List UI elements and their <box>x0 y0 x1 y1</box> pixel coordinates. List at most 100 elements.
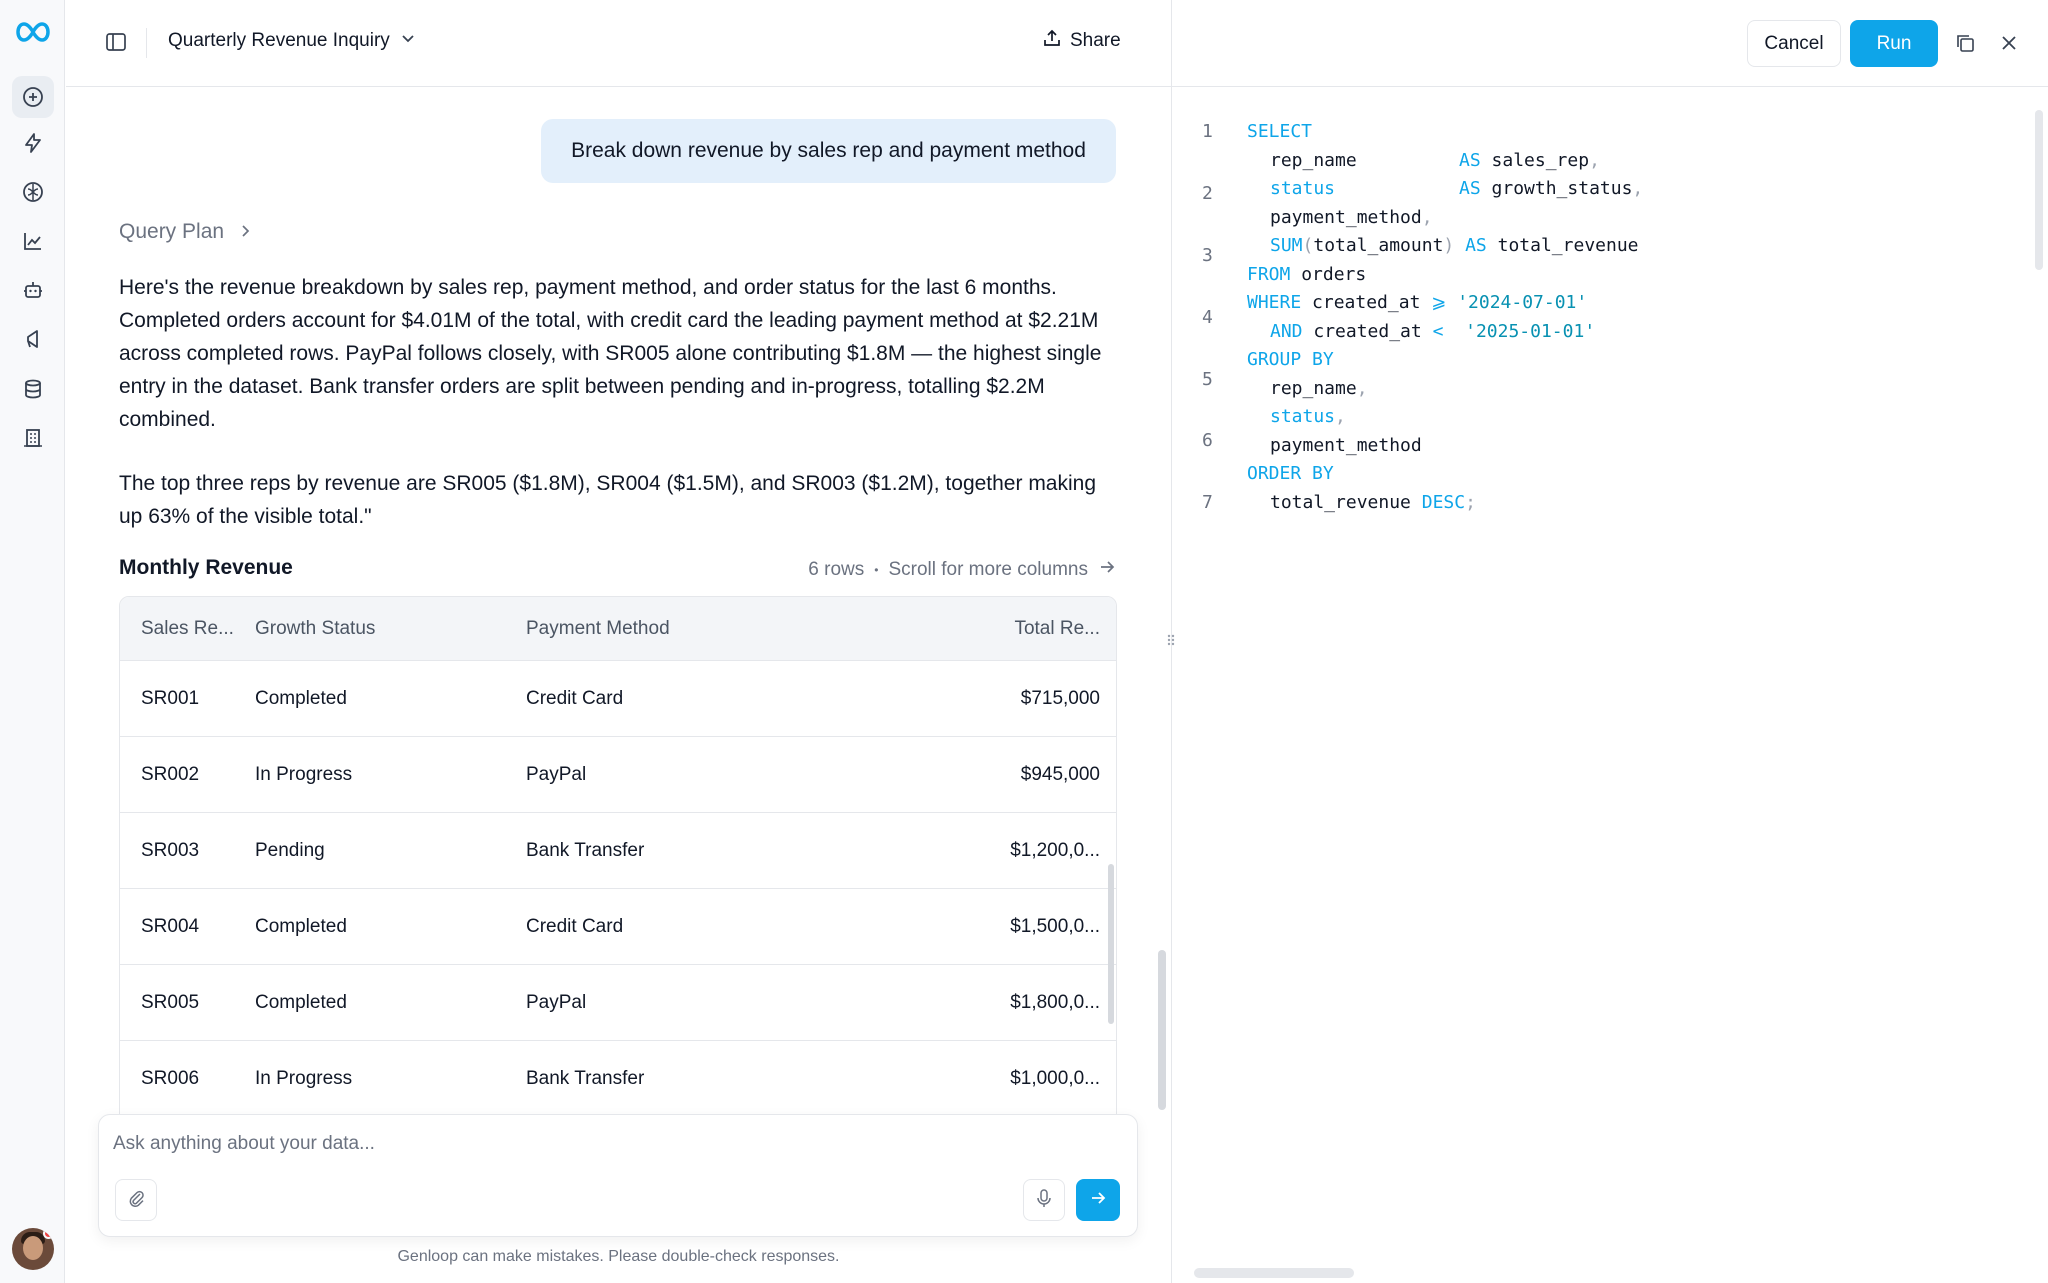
column-header-growth-status[interactable]: Growth Status <box>255 618 526 640</box>
cell-payment-method: Bank Transfer <box>526 1067 645 1089</box>
cell-growth-status: In Progress <box>255 763 353 785</box>
query-plan-toggle[interactable]: Query Plan <box>119 220 252 244</box>
line-number: 3 <box>1202 245 1213 266</box>
code-line: WHERE created_at ⩾ '2024-07-01' <box>1247 292 1588 313</box>
result-table-meta: 6 rows • Scroll for more columns <box>808 558 1116 582</box>
chat-input[interactable] <box>113 1127 1013 1161</box>
run-button[interactable]: Run <box>1850 20 1938 67</box>
microphone-button[interactable] <box>1023 1179 1065 1221</box>
code-line: AND created_at < '2025-01-01' <box>1270 321 1596 342</box>
sidebar-toggle-icon[interactable] <box>104 30 130 56</box>
chat-panel: Break down revenue by sales rep and paym… <box>66 88 1171 1283</box>
arrow-right-icon[interactable] <box>1098 558 1116 582</box>
paperclip-icon <box>126 1188 146 1213</box>
code-line: total_revenue DESC; <box>1270 492 1476 513</box>
code-line: FROM orders <box>1247 264 1367 285</box>
copy-icon[interactable] <box>1954 32 1978 56</box>
arrow-right-icon <box>1088 1188 1108 1213</box>
cell-growth-status: In Progress <box>255 1067 353 1089</box>
code-line: SELECT <box>1247 121 1313 142</box>
megaphone-icon[interactable] <box>20 326 46 352</box>
close-icon[interactable] <box>1998 32 2022 56</box>
result-table-header: Monthly Revenue 6 rows • Scroll for more… <box>119 556 1116 586</box>
conversation-title-text: Quarterly Revenue Inquiry <box>168 30 390 51</box>
user-message-bubble: Break down revenue by sales rep and paym… <box>541 119 1116 183</box>
database-icon[interactable] <box>20 376 46 402</box>
editor-horizontal-scrollbar[interactable] <box>1194 1268 1354 1278</box>
code-line: status <box>1270 178 1336 199</box>
result-table[interactable]: Sales Re... Growth Status Payment Method… <box>119 596 1117 1201</box>
genloop-logo-icon[interactable] <box>14 18 52 46</box>
table-row: SR006 In Progress Bank Transfer $1,000,0… <box>120 1041 1116 1117</box>
sql-editor[interactable]: 1 2 3 4 5 6 7 SELECT rep_name AS sales_r… <box>1172 88 2048 1283</box>
line-number: 5 <box>1202 369 1213 390</box>
answer-paragraph-2: The top three reps by revenue are SR005 … <box>119 472 1097 528</box>
conversation-title[interactable]: Quarterly Revenue Inquiry <box>168 30 416 52</box>
lightning-icon[interactable] <box>20 130 46 156</box>
code-line: rep_name, <box>1270 378 1368 399</box>
cell-payment-method: PayPal <box>526 991 587 1013</box>
cell-sales-rep: SR004 <box>141 915 200 937</box>
table-row: SR004 Completed Credit Card $1,500,0... <box>120 889 1116 965</box>
cell-growth-status: Completed <box>255 915 347 937</box>
line-number: 6 <box>1202 430 1213 451</box>
table-scrollbar[interactable] <box>1108 864 1114 1024</box>
cell-growth-status: Completed <box>255 991 347 1013</box>
bot-icon[interactable] <box>20 277 46 303</box>
code-line: status, <box>1270 406 1346 427</box>
cell-total-revenue: $715,000 <box>1020 687 1100 709</box>
scroll-hint: Scroll for more columns <box>888 559 1088 580</box>
cell-total-revenue: $1,000,0... <box>1010 1067 1100 1089</box>
cell-growth-status: Pending <box>255 839 325 861</box>
cell-total-revenue: $945,000 <box>1020 763 1100 785</box>
column-header-payment-method[interactable]: Payment Method <box>526 618 926 640</box>
table-row: SR005 Completed PayPal $1,800,0... <box>120 965 1116 1041</box>
disclaimer-text: Genloop can make mistakes. Please double… <box>397 1248 840 1265</box>
cell-payment-method: PayPal <box>526 763 587 785</box>
line-number: 1 <box>1202 121 1213 142</box>
assistant-answer: Here's the revenue breakdown by sales re… <box>119 271 1119 533</box>
result-table-title: Monthly Revenue <box>119 556 293 579</box>
chat-scrollbar[interactable] <box>1158 950 1166 1110</box>
brain-icon[interactable] <box>20 179 46 205</box>
table-header-row: Sales Re... Growth Status Payment Method… <box>120 597 1116 661</box>
new-chat-icon[interactable] <box>12 76 54 118</box>
code-line: payment_method <box>1270 435 1422 456</box>
share-button[interactable]: Share <box>1042 28 1121 54</box>
cell-total-revenue: $1,800,0... <box>1010 991 1100 1013</box>
share-icon <box>1042 28 1062 54</box>
code-line: AS growth_status, <box>1459 178 1644 199</box>
microphone-icon <box>1034 1188 1054 1213</box>
chart-icon[interactable] <box>20 228 46 254</box>
column-header-total-revenue[interactable]: Total Re... <box>926 618 1100 640</box>
meta-separator: • <box>874 563 879 577</box>
row-count: 6 rows <box>808 559 865 580</box>
send-button[interactable] <box>1076 1179 1120 1221</box>
line-number: 4 <box>1202 307 1213 328</box>
cell-sales-rep: SR005 <box>141 991 200 1013</box>
cell-payment-method: Credit Card <box>526 687 624 709</box>
code-line: GROUP BY <box>1247 349 1334 370</box>
editor-toolbar: Cancel Run <box>1172 0 2048 87</box>
cell-payment-method: Credit Card <box>526 915 624 937</box>
topbar-divider <box>146 28 147 58</box>
editor-vertical-scrollbar[interactable] <box>2035 110 2043 270</box>
chat-topbar: Quarterly Revenue Inquiry Share <box>66 0 1171 87</box>
user-avatar[interactable] <box>12 1228 54 1270</box>
attach-button[interactable] <box>115 1179 157 1221</box>
line-number: 7 <box>1202 492 1213 513</box>
column-header-sales-rep[interactable]: Sales Re... <box>120 618 255 640</box>
cell-total-revenue: $1,500,0... <box>1010 915 1100 937</box>
share-label: Share <box>1070 30 1121 51</box>
cancel-button[interactable]: Cancel <box>1747 20 1841 67</box>
table-row: SR001 Completed Credit Card $715,000 <box>120 661 1116 737</box>
chevron-down-icon <box>400 30 416 52</box>
cell-sales-rep: SR002 <box>141 763 200 785</box>
line-number: 2 <box>1202 183 1213 204</box>
cell-growth-status: Completed <box>255 687 347 709</box>
cell-sales-rep: SR001 <box>141 687 200 709</box>
code-line: payment_method, <box>1270 207 1433 228</box>
table-row: SR003 Pending Bank Transfer $1,200,0... <box>120 813 1116 889</box>
building-icon[interactable] <box>20 425 46 451</box>
code-line: AS sales_rep, <box>1459 150 1600 171</box>
